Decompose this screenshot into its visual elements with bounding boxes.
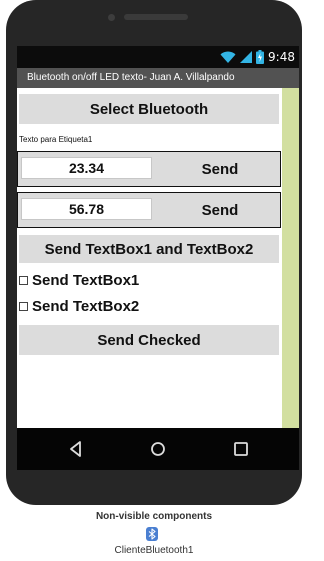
phone-screen: 9:48 Bluetooth on/off LED texto- Juan A.… [17,46,299,470]
status-bar: 9:48 [17,46,299,68]
checkbox2[interactable] [19,302,28,311]
checkbox1[interactable] [19,276,28,285]
send-textbox2-button[interactable]: Send [160,193,280,227]
bluetooth-icon [146,527,158,541]
recents-icon[interactable] [232,440,250,458]
app-content: Select Bluetooth Texto para Etiqueta1 23… [17,88,282,428]
send-both-button[interactable]: Send TextBox1 and TextBox2 [19,235,279,263]
speaker-grille [124,14,188,20]
textbox2-row: 56.78 Send [17,192,281,228]
send-checked-button[interactable]: Send Checked [19,325,279,355]
textbox2-input[interactable]: 56.78 [21,198,152,220]
bluetooth-client-name: ClienteBluetooth1 [114,545,194,556]
status-icons: 9:48 [220,49,295,65]
phone-frame: 9:48 Bluetooth on/off LED texto- Juan A.… [6,0,302,505]
select-bluetooth-button[interactable]: Select Bluetooth [19,94,279,124]
textbox1-input[interactable]: 23.34 [21,157,152,179]
signal-icon [240,51,253,63]
checkbox1-label: Send TextBox1 [32,272,140,289]
textbox1-row: 23.34 Send [17,151,281,187]
nav-bar [17,428,299,470]
label-etiqueta1: Texto para Etiqueta1 [19,135,93,144]
wifi-icon [220,51,236,63]
checkbox2-label: Send TextBox2 [32,298,140,315]
home-icon[interactable] [149,440,167,458]
checkbox1-row[interactable]: Send TextBox1 [19,272,139,289]
battery-charging-icon [256,50,265,64]
app-title-bar: Bluetooth on/off LED texto- Juan A. Vill… [17,68,299,88]
screen-side-strip [282,88,299,428]
send-textbox1-button[interactable]: Send [160,152,280,186]
camera-icon [108,14,115,21]
back-icon[interactable] [67,440,85,458]
status-time: 9:48 [268,50,295,64]
nonvisible-title: Non-visible components [95,511,213,522]
checkbox2-row[interactable]: Send TextBox2 [19,298,139,315]
app-title: Bluetooth on/off LED texto- Juan A. Vill… [27,72,235,83]
